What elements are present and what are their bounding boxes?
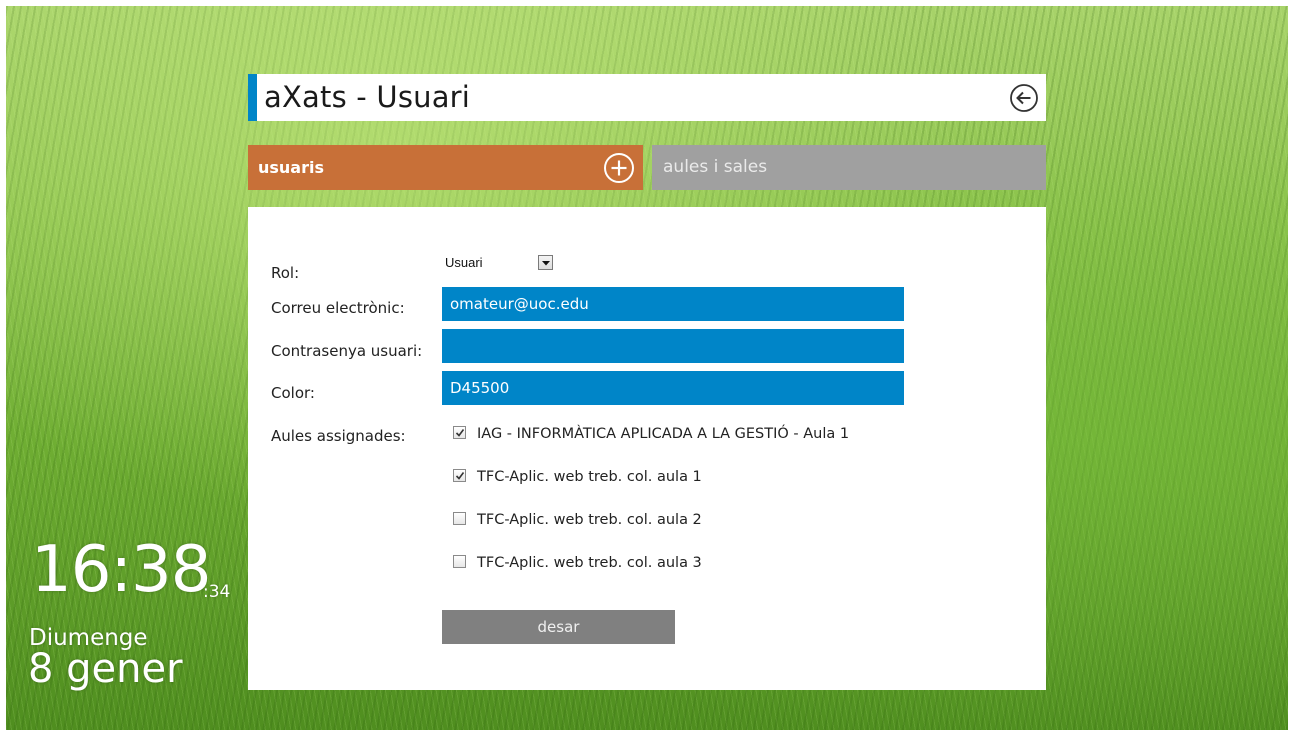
triangle-down-icon xyxy=(542,261,550,266)
tab-aules-label: aules i sales xyxy=(663,157,768,177)
rol-label: Rol: xyxy=(271,264,300,282)
aula-label-3: TFC-Aplic. web treb. col. aula 2 xyxy=(477,512,702,528)
tab-usuaris-label: usuaris xyxy=(258,158,324,177)
email-label: Correu electrònic: xyxy=(271,299,405,317)
clock-seconds: :34 xyxy=(203,582,231,602)
rol-select-value[interactable]: Usuari xyxy=(445,255,483,270)
aula-label-4: TFC-Aplic. web treb. col. aula 3 xyxy=(477,555,702,571)
password-label: Contrasenya usuari: xyxy=(271,342,423,360)
title-accent-bar xyxy=(248,74,257,121)
aula-label-1: IAG - INFORMÀTICA APLICADA A LA GESTIÓ -… xyxy=(477,426,850,442)
checkmark-icon xyxy=(455,429,465,437)
save-button[interactable]: desar xyxy=(442,610,675,644)
clock-date: 8 gener xyxy=(28,646,183,692)
aula-checkbox-1[interactable] xyxy=(453,426,466,439)
rol-dropdown-button[interactable] xyxy=(538,255,553,270)
back-arrow-circle-icon xyxy=(1010,84,1038,112)
email-field[interactable] xyxy=(442,287,904,321)
checkmark-icon xyxy=(455,472,465,480)
password-field[interactable] xyxy=(442,329,904,363)
add-user-button[interactable] xyxy=(603,152,635,184)
tab-usuaris[interactable]: usuaris xyxy=(248,145,643,190)
aula-label-2: TFC-Aplic. web treb. col. aula 1 xyxy=(477,469,702,485)
aula-checkbox-3[interactable] xyxy=(453,512,466,525)
aules-label: Aules assignades: xyxy=(271,427,406,445)
color-field[interactable] xyxy=(442,371,904,405)
clock-time: 16:38 xyxy=(31,533,211,607)
page-title: aXats - Usuari xyxy=(264,80,471,114)
user-form-panel: Rol: Usuari Correu electrònic: Contrasen… xyxy=(248,207,1046,690)
color-label: Color: xyxy=(271,384,315,402)
plus-circle-icon xyxy=(604,153,634,183)
back-button[interactable] xyxy=(1009,83,1039,113)
aula-checkbox-4[interactable] xyxy=(453,555,466,568)
tab-aules-i-sales[interactable]: aules i sales xyxy=(652,145,1046,190)
title-bar: aXats - Usuari xyxy=(248,74,1046,121)
aula-checkbox-2[interactable] xyxy=(453,469,466,482)
